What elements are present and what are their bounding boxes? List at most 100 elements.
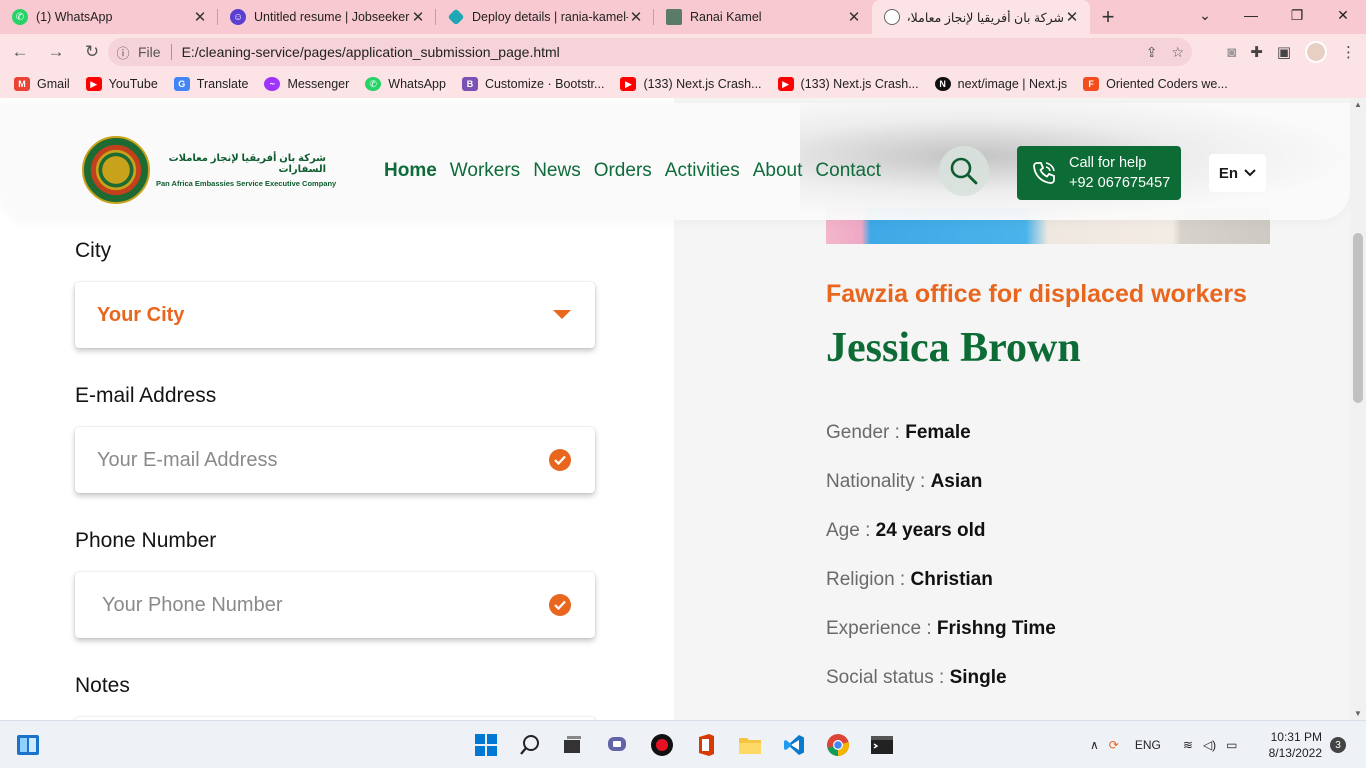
office-icon[interactable] — [694, 733, 718, 757]
bookmark-nextjs-crash-2[interactable]: ▶ (133) Next.js Crash... — [777, 77, 919, 91]
phone-placeholder: Your Phone Number — [102, 593, 283, 616]
close-icon[interactable]: ✕ — [410, 8, 426, 26]
teams-chat-icon[interactable] — [605, 733, 629, 757]
page-scrollbar[interactable]: ▲ ▼ — [1350, 98, 1366, 720]
tab-title: Deploy details | rania-kamel- — [472, 10, 628, 24]
side-panel-icon[interactable]: ▣ — [1277, 43, 1291, 61]
city-select[interactable]: Your City — [75, 282, 595, 348]
nav-news[interactable]: News — [533, 160, 581, 182]
profile-avatar[interactable] — [1305, 41, 1327, 63]
search-icon — [950, 157, 978, 185]
search-button[interactable] — [939, 146, 989, 196]
page-icon — [666, 9, 682, 25]
phone-field[interactable]: Your Phone Number — [75, 572, 595, 638]
tab-search-icon[interactable]: ⌄ — [1182, 0, 1228, 30]
address-bar[interactable]: ⓘ File E:/cleaning-service/pages/applica… — [108, 38, 1192, 66]
task-view-icon[interactable] — [560, 733, 584, 757]
call-help-button[interactable]: Call for help +92 067675457 — [1017, 146, 1181, 200]
main-nav: Home Workers News Orders Activities Abou… — [384, 160, 881, 182]
tab-jobseeker[interactable]: ☺ Untitled resume | Jobseeker ✕ — [218, 0, 436, 34]
worker-name: Jessica Brown — [826, 325, 1081, 371]
bookmark-whatsapp[interactable]: ✆ WhatsApp — [365, 77, 446, 91]
bookmark-nextjs-crash-1[interactable]: ▶ (133) Next.js Crash... — [620, 77, 762, 91]
recorder-icon[interactable] — [650, 733, 674, 757]
start-icon[interactable] — [474, 733, 498, 757]
tab-deploy-details[interactable]: Deploy details | rania-kamel- ✕ — [436, 0, 654, 34]
bookmark-star-icon[interactable]: ☆ — [1171, 44, 1184, 61]
input-language[interactable]: ENG — [1135, 738, 1161, 752]
tab-active-site[interactable]: شركة بان أفريقيا لإنجاز معاملات ✕ — [872, 0, 1090, 34]
chevron-up-icon[interactable]: ∧ — [1090, 738, 1099, 752]
share-icon[interactable]: ⇪ — [1146, 44, 1158, 61]
close-icon[interactable]: ✕ — [846, 8, 862, 26]
taskbar-clock[interactable]: 10:31 PM 8/13/2022 — [1262, 729, 1322, 761]
extensions-icon[interactable]: ✚ — [1250, 43, 1263, 61]
tab-title: شركة بان أفريقيا لإنجاز معاملات — [908, 10, 1064, 25]
nav-home[interactable]: Home — [384, 160, 437, 182]
menu-icon[interactable]: ⋮ — [1341, 43, 1356, 61]
bookmark-next-image[interactable]: Nnext/image | Next.js — [934, 77, 1067, 91]
nav-workers[interactable]: Workers — [450, 160, 520, 182]
youtube-icon: ▶ — [85, 77, 102, 91]
detail-experience: Experience : Frishng Time — [826, 618, 1056, 639]
scheme-label: File — [138, 44, 161, 60]
gmail-icon: M — [14, 77, 30, 91]
volume-icon[interactable]: ◁) — [1203, 738, 1216, 752]
email-label: E-mail Address — [75, 384, 217, 407]
scrollbar-thumb[interactable] — [1353, 233, 1363, 403]
tab-ranai-kamel[interactable]: Ranai Kamel ✕ — [654, 0, 872, 34]
bookmark-youtube[interactable]: ▶ YouTube — [85, 77, 158, 91]
nav-about[interactable]: About — [753, 160, 803, 182]
vscode-icon[interactable] — [782, 733, 806, 757]
scroll-up-icon[interactable]: ▲ — [1350, 100, 1366, 109]
close-icon[interactable]: ✕ — [628, 8, 644, 26]
battery-icon[interactable]: ▭ — [1226, 738, 1237, 752]
browser-toolbar: ← → ↻ ⓘ File E:/cleaning-service/pages/a… — [0, 34, 1366, 70]
browser-tab-strip: ✆ (1) WhatsApp ✕ ☺ Untitled resume | Job… — [0, 0, 1366, 34]
notification-badge[interactable]: 3 — [1330, 737, 1346, 753]
sync-icon[interactable]: ⟳ — [1109, 738, 1119, 752]
back-icon[interactable]: ← — [4, 36, 36, 68]
africa-emblem-icon — [82, 136, 150, 204]
detail-gender: Gender : Female — [826, 422, 971, 443]
dropdown-arrow-icon — [553, 310, 571, 319]
new-tab-button[interactable]: + — [1090, 0, 1126, 34]
site-logo[interactable]: شركة بان أفريقيا لإنجاز معاملات السفارات… — [82, 136, 336, 204]
figma-icon: F — [1083, 77, 1100, 91]
widgets-icon[interactable] — [16, 733, 40, 757]
forward-icon[interactable]: → — [40, 36, 72, 68]
jobseeker-icon: ☺ — [230, 9, 246, 25]
wifi-icon[interactable]: ≋ — [1183, 738, 1193, 752]
minimize-button[interactable]: — — [1228, 0, 1274, 30]
bookmark-bootstrap[interactable]: B Customize · Bootstr... — [461, 77, 604, 91]
bookmark-oriented-coders[interactable]: F Oriented Coders we... — [1083, 77, 1228, 91]
close-icon[interactable]: ✕ — [192, 8, 208, 26]
file-explorer-icon[interactable] — [738, 733, 762, 757]
scroll-down-icon[interactable]: ▼ — [1350, 709, 1366, 718]
nav-contact[interactable]: Contact — [815, 160, 880, 182]
terminal-icon[interactable] — [870, 733, 894, 757]
city-value: Your City — [97, 303, 185, 326]
close-icon[interactable]: ✕ — [1064, 8, 1080, 26]
whatsapp-icon: ✆ — [365, 77, 382, 91]
language-select[interactable]: En — [1209, 154, 1266, 192]
clock-date: 8/13/2022 — [1268, 746, 1322, 760]
info-icon[interactable]: ⓘ — [108, 43, 138, 62]
chrome-icon[interactable] — [826, 733, 850, 757]
bookmark-gmail[interactable]: M Gmail — [14, 77, 70, 91]
email-field[interactable]: Your E-mail Address — [75, 427, 595, 493]
close-window-button[interactable]: ✕ — [1320, 0, 1366, 30]
city-label: City — [75, 239, 112, 262]
tab-whatsapp[interactable]: ✆ (1) WhatsApp ✕ — [0, 0, 218, 34]
nav-activities[interactable]: Activities — [665, 160, 740, 182]
bookmark-translate[interactable]: G Translate — [173, 77, 248, 91]
camera-icon[interactable]: ◙ — [1227, 44, 1236, 61]
reload-icon[interactable]: ↻ — [76, 36, 108, 68]
check-icon — [549, 449, 571, 471]
bookmark-messenger[interactable]: ~ Messenger — [264, 77, 349, 91]
restore-button[interactable]: ❐ — [1274, 0, 1320, 30]
nav-orders[interactable]: Orders — [594, 160, 652, 182]
search-icon[interactable] — [518, 733, 542, 757]
tab-title: Untitled resume | Jobseeker — [254, 10, 410, 24]
url-text[interactable]: E:/cleaning-service/pages/application_su… — [182, 44, 560, 60]
